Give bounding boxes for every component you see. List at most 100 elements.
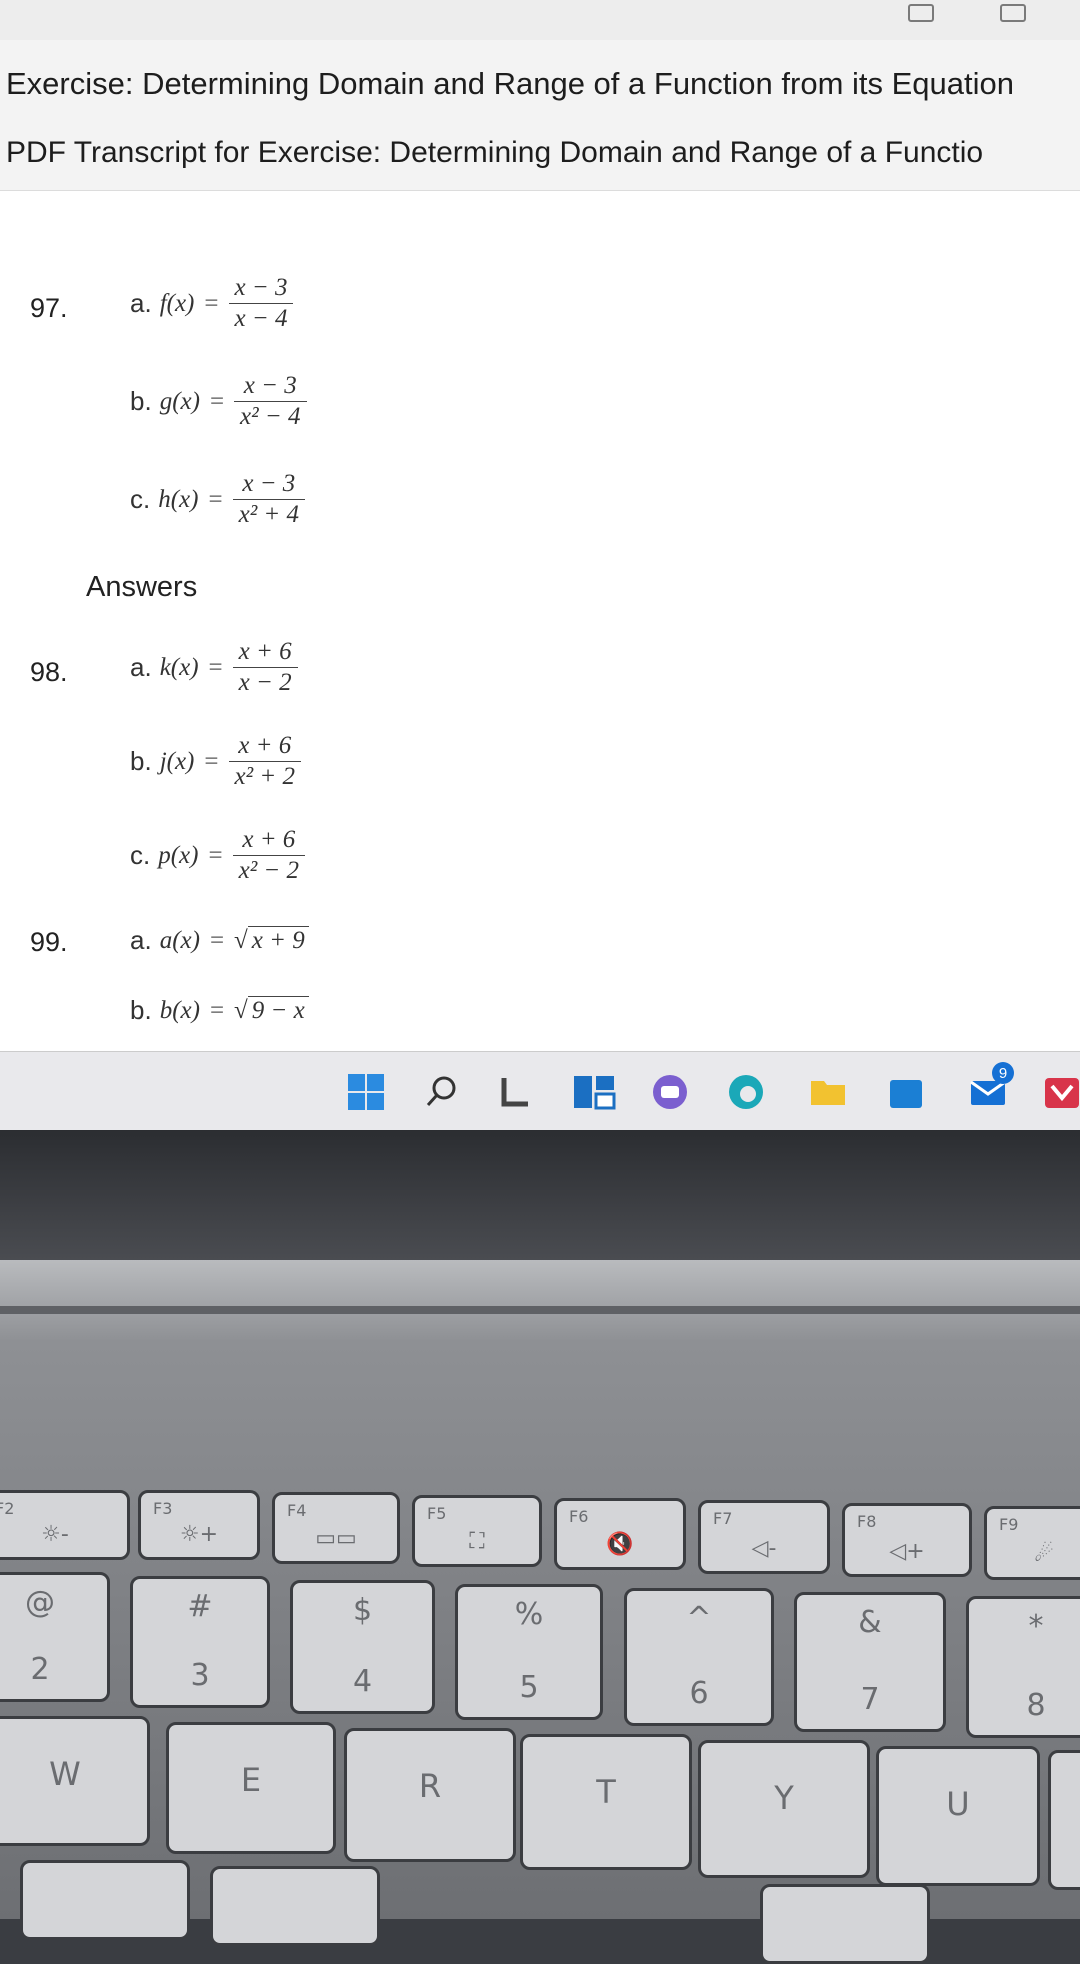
radical-sign: √ — [234, 996, 248, 1024]
store-icon[interactable] — [884, 1070, 928, 1114]
function-name: f(x) — [159, 289, 195, 317]
equals-sign: = — [209, 926, 225, 954]
exercise-97c: c. h(x) = x − 3 x² + 4 — [130, 469, 306, 530]
item-label: c. — [130, 840, 151, 870]
key-f2[interactable]: F2☼- — [0, 1490, 130, 1560]
exercise-number-99: 99. — [30, 927, 68, 957]
numerator: x + 6 — [238, 732, 292, 759]
key-7[interactable]: & 7 — [794, 1592, 946, 1732]
equals-sign: = — [204, 747, 219, 775]
function-name: b(x) — [159, 996, 200, 1024]
radicand: x + 9 — [247, 925, 309, 954]
radicand: 9 − x — [247, 995, 309, 1024]
numerator: x + 6 — [238, 638, 292, 665]
key-f4[interactable]: F4 ▭▭ — [272, 1492, 400, 1564]
windows-start-icon[interactable] — [344, 1070, 388, 1114]
denominator: x² + 4 — [238, 501, 300, 528]
mail-badge: 9 — [992, 1062, 1014, 1084]
key-f3[interactable]: F3 ☼+ — [138, 1490, 260, 1560]
item-label: a. — [130, 288, 152, 318]
equals-sign: = — [204, 289, 219, 317]
pdf-content: 97. a. f(x) = x − 3 x − 4 b. g(x) = x − 3… — [0, 191, 1080, 1051]
exercise-99a: a. a(x) = √ x + 9 — [130, 925, 309, 956]
exercise-98a: a. k(x) = x + 6 x − 2 — [130, 637, 298, 698]
radical-sign: √ — [234, 926, 248, 954]
file-explorer-icon[interactable] — [806, 1070, 850, 1114]
numerator: x − 3 — [234, 274, 288, 301]
edge-browser-icon[interactable] — [724, 1070, 768, 1114]
fraction: x + 6 x² + 2 — [228, 731, 301, 792]
item-label: a. — [130, 652, 152, 682]
denominator: x − 4 — [234, 305, 288, 332]
equals-sign: = — [208, 653, 223, 681]
exercise-97a: a. f(x) = x − 3 x − 4 — [130, 273, 294, 334]
exercise-number-98: 98. — [30, 657, 68, 687]
square-root: √ x + 9 — [234, 925, 309, 955]
key-e[interactable]: E — [166, 1722, 336, 1854]
equals-sign: = — [209, 996, 225, 1024]
key-8[interactable]: * 8 — [966, 1596, 1080, 1738]
numerator: x − 3 — [242, 470, 296, 497]
app-icon[interactable] — [1040, 1070, 1080, 1114]
exercise-99b: b. b(x) = √ 9 − x — [130, 995, 309, 1026]
key-bottom-2[interactable] — [210, 1866, 380, 1946]
key-6[interactable]: ^ 6 — [624, 1588, 774, 1726]
keyboard: F2☼- F3☼+ F4▭▭ F5⛶ F6🔇 F7◁- F8◁+ F9☄ @2 … — [0, 1340, 1080, 1964]
numerator: x + 6 — [242, 826, 296, 853]
exercise-98b: b. j(x) = x + 6 x² + 2 — [130, 731, 301, 792]
key-w[interactable]: W — [0, 1716, 150, 1846]
screen-bezel — [0, 1130, 1080, 1260]
widgets-icon[interactable] — [494, 1070, 538, 1114]
fraction: x − 3 x − 4 — [228, 273, 294, 334]
laptop-hinge — [0, 1260, 1080, 1340]
key-f6[interactable]: F6 🔇 — [554, 1498, 686, 1570]
item-label: c. — [130, 484, 151, 514]
item-label: b. — [130, 746, 152, 776]
window-title-bar — [0, 0, 1080, 41]
task-view-icon[interactable] — [572, 1070, 616, 1114]
fraction: x − 3 x² − 4 — [234, 371, 307, 432]
function-name: h(x) — [158, 485, 199, 513]
function-name: k(x) — [159, 653, 199, 681]
equals-sign: = — [209, 387, 225, 415]
key-f8[interactable]: F8 ◁+ — [842, 1503, 972, 1577]
numerator: x − 3 — [243, 372, 297, 399]
mail-icon[interactable]: 9 — [966, 1062, 1014, 1114]
denominator: x − 2 — [238, 669, 292, 696]
exercise-98c: c. p(x) = x + 6 x² − 2 — [130, 825, 306, 886]
exercise-97b: b. g(x) = x − 3 x² − 4 — [130, 371, 307, 432]
key-u[interactable]: U — [876, 1746, 1040, 1886]
answers-link[interactable]: Answers — [86, 571, 197, 604]
page-header: Exercise: Determining Domain and Range o… — [0, 40, 1080, 191]
key-y[interactable]: Y — [698, 1740, 870, 1878]
key-f5[interactable]: F5 ⛶ — [412, 1495, 542, 1567]
item-label: b. — [130, 386, 152, 416]
equals-sign: = — [208, 485, 223, 513]
key-t[interactable]: T — [520, 1734, 692, 1870]
key-f7[interactable]: F7 ◁- — [698, 1500, 830, 1574]
search-icon[interactable] — [420, 1070, 464, 1114]
key-f9[interactable]: F9 ☄ — [984, 1506, 1080, 1580]
key-2[interactable]: @2 — [0, 1572, 110, 1702]
key-3[interactable]: #3 — [130, 1576, 270, 1708]
key-bottom-3[interactable] — [760, 1884, 930, 1964]
equals-sign: = — [208, 841, 223, 869]
restore-icon[interactable] — [908, 4, 934, 22]
key-bottom-1[interactable] — [20, 1860, 190, 1940]
function-name: p(x) — [158, 841, 199, 869]
key-5[interactable]: % 5 — [455, 1584, 603, 1720]
taskbar: 9 — [0, 1051, 1080, 1130]
item-label: b. — [130, 995, 152, 1025]
fraction: x + 6 x² − 2 — [232, 825, 306, 886]
key-r[interactable]: R — [344, 1728, 516, 1862]
maximize-icon[interactable] — [1000, 4, 1026, 22]
denominator: x² + 2 — [234, 763, 295, 790]
square-root: √ 9 − x — [234, 995, 309, 1025]
denominator: x² − 4 — [240, 403, 301, 430]
chat-icon[interactable] — [648, 1070, 692, 1114]
key-partial[interactable] — [1048, 1750, 1080, 1890]
fraction: x − 3 x² + 4 — [232, 469, 306, 530]
function-name: j(x) — [159, 747, 195, 775]
key-4[interactable]: $4 — [290, 1580, 435, 1714]
transcript-link[interactable]: PDF Transcript for Exercise: Determining… — [6, 136, 983, 170]
